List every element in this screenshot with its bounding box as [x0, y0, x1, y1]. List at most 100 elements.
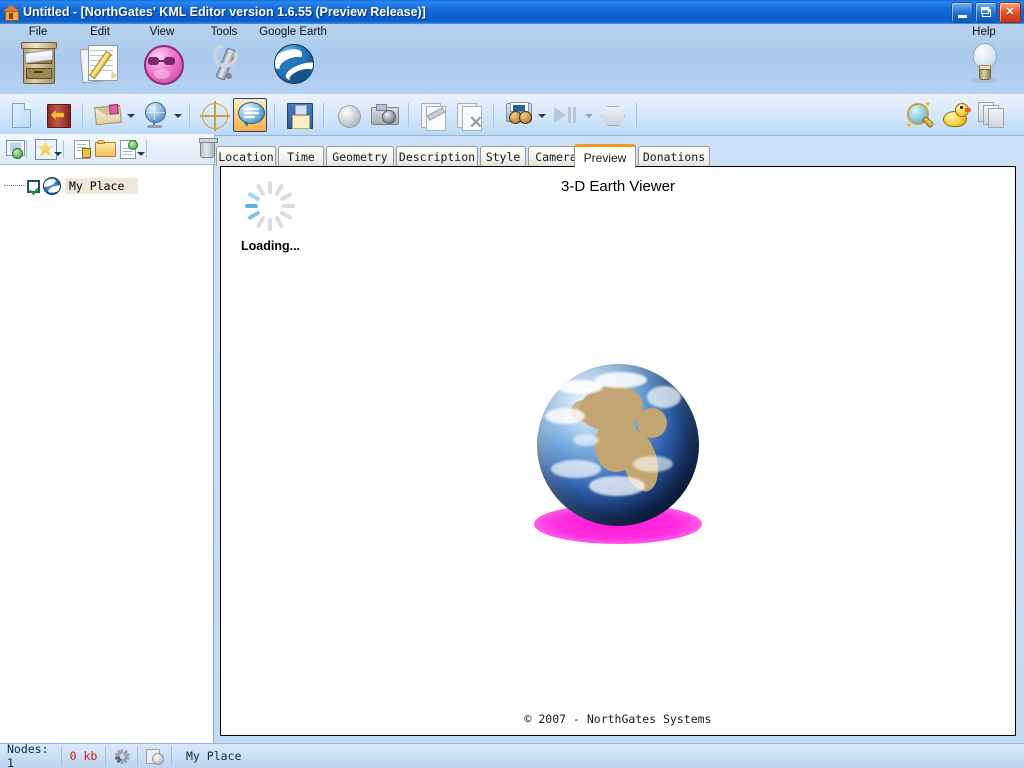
toolbar-separator: [408, 103, 409, 127]
rubber-duck-button[interactable]: [937, 98, 971, 132]
send-mail-dropdown[interactable]: [125, 99, 136, 131]
menu-bar: File Edit View Tools Google Earth Help: [0, 24, 1024, 95]
tab-strip: Location Time Geometry Description Style…: [216, 144, 1024, 168]
menu-file-label: File: [28, 26, 48, 38]
sphere-tool-button[interactable]: [331, 98, 365, 132]
menu-view-label: View: [149, 26, 175, 38]
copyright-footer: © 2007 - NorthGates Systems: [524, 712, 712, 726]
tree-node-label[interactable]: My Place: [65, 178, 139, 194]
tree-panel[interactable]: My Place: [0, 164, 214, 744]
toolbar-separator: [189, 103, 190, 127]
toolbar-separator: [274, 103, 275, 127]
notepad-pencil-icon: [77, 40, 123, 86]
tab-time[interactable]: Time: [278, 146, 324, 166]
globe-sphere: [537, 364, 699, 526]
new-folder-icon: [94, 140, 116, 157]
trash-can-icon: [199, 138, 219, 158]
tab-location[interactable]: Location: [216, 146, 276, 166]
tab-style[interactable]: Style: [480, 146, 526, 166]
new-document-button[interactable]: [5, 98, 39, 132]
window-title: Untitled - [NorthGates' KML Editor versi…: [23, 5, 426, 19]
tree-node-checkbox[interactable]: [27, 179, 40, 193]
menu-tools[interactable]: Tools: [188, 26, 260, 92]
tree-toolbar-separator: [25, 140, 27, 158]
tree-node[interactable]: My Place: [4, 177, 139, 195]
status-webpage-icon: [146, 748, 164, 765]
wrench-icon: [201, 38, 247, 86]
toolbar-separator: [323, 103, 324, 127]
pink-face-sunglasses-icon: [139, 40, 185, 86]
status-bar: Nodes: 1 0 kb My Place: [0, 742, 1024, 768]
menu-help-label: Help: [972, 26, 996, 38]
add-overlay-button[interactable]: [114, 136, 138, 162]
view-globe-button[interactable]: [137, 98, 171, 132]
envelope-icon: [94, 103, 122, 126]
menu-help[interactable]: Help: [948, 26, 1020, 92]
globe-stand-icon: [145, 102, 166, 123]
tab-geometry[interactable]: Geometry: [326, 146, 394, 166]
open-book-arrow-icon: ⬅: [47, 104, 71, 128]
send-mail-button[interactable]: [90, 98, 124, 132]
status-spinner-cell: [106, 747, 138, 765]
add-placemark-dropdown[interactable]: [52, 137, 63, 161]
delete-pages-button[interactable]: ✕: [452, 98, 486, 132]
filing-cabinet-icon: [15, 40, 61, 86]
application-window: Untitled - [NorthGates' KML Editor versi…: [0, 0, 1024, 768]
blank-page-icon: [12, 103, 31, 128]
play-pause-icon: [554, 107, 566, 123]
tab-donations[interactable]: Donations: [638, 146, 710, 166]
description-button[interactable]: [233, 98, 267, 132]
save-file-button[interactable]: [282, 98, 316, 132]
google-earth-globe-icon: [270, 40, 316, 86]
polygon-tool-button[interactable]: [595, 98, 629, 132]
window-stack-button[interactable]: [973, 98, 1007, 132]
snapshot-button[interactable]: [367, 98, 401, 132]
tab-description[interactable]: Description: [396, 146, 478, 166]
edit-pages-button[interactable]: [416, 98, 450, 132]
close-button[interactable]: ✕: [999, 2, 1021, 23]
delete-node-button[interactable]: [192, 136, 219, 162]
new-folder-button[interactable]: [91, 136, 116, 162]
tree-toolbar: [0, 134, 219, 165]
play-pause-button[interactable]: [548, 98, 582, 132]
tree-connector: [4, 185, 26, 187]
restore-button[interactable]: [975, 2, 997, 23]
crosshair-tool-button[interactable]: [197, 98, 231, 132]
status-file-size: 0 kb: [62, 747, 106, 765]
window-controls: ✕: [951, 2, 1021, 23]
tree-toolbar-separator: [63, 140, 65, 158]
zoom-tool-button[interactable]: ✦ ✦: [901, 98, 935, 132]
play-pause-dropdown[interactable]: [583, 99, 594, 131]
menu-google-earth-label: Google Earth: [259, 26, 327, 38]
add-overlay-dropdown[interactable]: [135, 137, 146, 161]
stacked-windows-icon: [988, 108, 1004, 128]
main-toolbar: ⬅ ✕ ✦ ✦: [0, 94, 1024, 136]
toolbar-separator: [493, 103, 494, 127]
open-file-button[interactable]: ⬅: [41, 98, 75, 132]
status-webpage-cell: [138, 747, 172, 765]
menu-google-earth[interactable]: Google Earth: [252, 26, 334, 92]
projector-dropdown[interactable]: [536, 99, 547, 131]
toolbar-separator: [82, 103, 83, 127]
camera-icon: [371, 104, 399, 125]
projector-button[interactable]: [501, 98, 535, 132]
house-icon: [3, 4, 19, 21]
status-nodes-count: Nodes: 1: [0, 742, 62, 768]
tab-preview[interactable]: Preview: [574, 144, 636, 168]
lightbulb-icon: [961, 40, 1007, 86]
loading-indicator: Loading...: [239, 179, 300, 253]
hexagon-icon: [601, 106, 625, 126]
speech-bubble-icon: [238, 102, 265, 124]
globe-node-icon: [43, 177, 61, 195]
loading-label: Loading...: [241, 239, 301, 253]
add-placemark-button[interactable]: [31, 136, 57, 162]
tree-toolbar-separator: [146, 140, 148, 158]
menu-tools-label: Tools: [210, 26, 238, 38]
minimize-button[interactable]: [951, 2, 973, 23]
earth-globe-image: [523, 364, 713, 554]
add-locked-button[interactable]: [68, 136, 92, 162]
add-view-button[interactable]: [1, 136, 25, 162]
view-globe-dropdown[interactable]: [172, 99, 183, 131]
preview-pane: 3-D Earth Viewer Loading... © 2007 - Nor…: [220, 166, 1016, 736]
page-title: 3-D Earth Viewer: [561, 178, 675, 195]
